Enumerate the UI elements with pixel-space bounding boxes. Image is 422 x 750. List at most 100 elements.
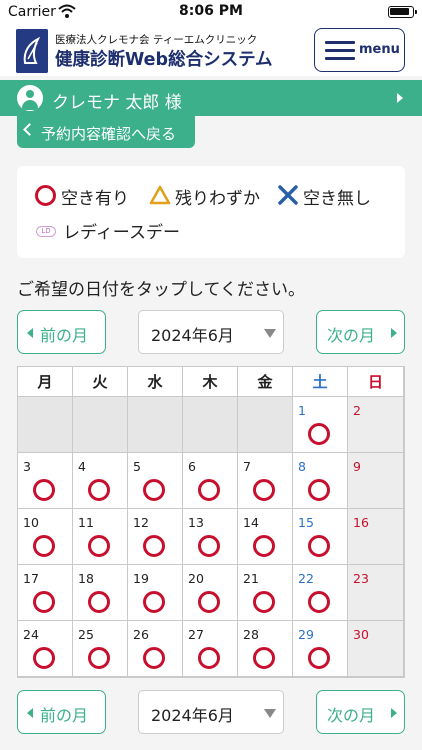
calendar-empty-cell bbox=[128, 397, 183, 453]
available-circle-icon bbox=[198, 479, 220, 501]
available-circle-icon bbox=[33, 479, 55, 501]
calendar-day-cell[interactable]: 24 bbox=[18, 621, 73, 677]
available-circle-icon bbox=[308, 647, 330, 669]
available-circle-icon bbox=[33, 535, 55, 557]
calendar-empty-cell bbox=[238, 397, 293, 453]
month-select-bottom[interactable]: 2024年6月 bbox=[138, 690, 284, 734]
user-icon bbox=[17, 85, 43, 111]
calendar-day-cell[interactable]: 5 bbox=[128, 453, 183, 509]
calendar-day-number: 14 bbox=[243, 515, 259, 530]
caret-left-icon bbox=[27, 708, 33, 718]
available-circle-icon bbox=[308, 535, 330, 557]
menu-button[interactable]: menu bbox=[314, 28, 405, 72]
calendar-day-number: 20 bbox=[188, 571, 204, 586]
calendar-day-cell[interactable]: 15 bbox=[293, 509, 348, 565]
calendar-day-cell[interactable]: 14 bbox=[238, 509, 293, 565]
calendar-day-cell[interactable]: 17 bbox=[18, 565, 73, 621]
calendar-day-number: 19 bbox=[133, 571, 149, 586]
few-left-triangle-icon bbox=[149, 185, 171, 205]
calendar-day-number: 28 bbox=[243, 627, 259, 642]
available-circle-icon bbox=[88, 479, 110, 501]
available-circle-icon bbox=[253, 647, 275, 669]
calendar-day-cell[interactable]: 7 bbox=[238, 453, 293, 509]
weekday-header: 土 bbox=[293, 367, 348, 397]
calendar-day-number: 8 bbox=[298, 459, 306, 474]
calendar-day-cell[interactable]: 10 bbox=[18, 509, 73, 565]
available-circle-icon bbox=[33, 647, 55, 669]
calendar-day-cell[interactable]: 8 bbox=[293, 453, 348, 509]
calendar-day-number: 25 bbox=[78, 627, 94, 642]
prev-month-button-bottom[interactable]: 前の月 bbox=[17, 690, 106, 734]
calendar-day-number: 21 bbox=[243, 571, 259, 586]
calendar-day-cell[interactable]: 1 bbox=[293, 397, 348, 453]
calendar-day-cell[interactable]: 11 bbox=[73, 509, 128, 565]
calendar-day-cell[interactable]: 6 bbox=[183, 453, 238, 509]
calendar-day-cell[interactable]: 27 bbox=[183, 621, 238, 677]
clinic-name: 医療法人クレモナ会 ティーエムクリニック bbox=[55, 34, 258, 46]
calendar-day-cell[interactable]: 18 bbox=[73, 565, 128, 621]
calendar-day-cell[interactable]: 25 bbox=[73, 621, 128, 677]
calendar-day-cell[interactable]: 22 bbox=[293, 565, 348, 621]
calendar-day-number: 6 bbox=[188, 459, 196, 474]
calendar-day-cell[interactable]: 12 bbox=[128, 509, 183, 565]
calendar-day-cell[interactable]: 20 bbox=[183, 565, 238, 621]
next-month-label: 次の月 bbox=[327, 706, 376, 725]
menu-label: menu bbox=[359, 42, 400, 57]
calendar-day-cell[interactable]: 26 bbox=[128, 621, 183, 677]
user-name: クレモナ 太郎 様 bbox=[52, 93, 182, 113]
weekday-header: 金 bbox=[238, 367, 293, 397]
calendar-day-number: 12 bbox=[133, 515, 149, 530]
available-circle-icon bbox=[143, 535, 165, 557]
hamburger-icon bbox=[325, 41, 355, 61]
available-circle-icon bbox=[143, 647, 165, 669]
available-circle-icon bbox=[143, 479, 165, 501]
available-circle-icon bbox=[198, 591, 220, 613]
calendar-day-number: 29 bbox=[298, 627, 314, 642]
next-month-button[interactable]: 次の月 bbox=[316, 310, 405, 354]
caret-left-icon bbox=[27, 328, 33, 338]
calendar-day-number: 7 bbox=[243, 459, 251, 474]
available-circle-icon bbox=[308, 591, 330, 613]
available-circle-icon bbox=[253, 479, 275, 501]
calendar-empty-cell bbox=[73, 397, 128, 453]
calendar-day-cell: 2 bbox=[348, 397, 404, 453]
full-cross-icon bbox=[278, 185, 298, 205]
prev-month-button[interactable]: 前の月 bbox=[17, 310, 106, 354]
dropdown-caret-icon bbox=[264, 709, 276, 718]
system-title: 健康診断Web総合システム bbox=[55, 50, 273, 70]
weekday-header: 火 bbox=[73, 367, 128, 397]
available-circle-icon bbox=[308, 423, 330, 445]
status-bar: Carrier 8:06 PM bbox=[0, 0, 422, 24]
calendar-day-cell[interactable]: 3 bbox=[18, 453, 73, 509]
available-circle-icon bbox=[88, 535, 110, 557]
calendar-day-cell: 30 bbox=[348, 621, 404, 677]
back-to-confirmation-button[interactable]: 予約内容確認へ戻る bbox=[17, 116, 195, 148]
calendar-day-cell[interactable]: 29 bbox=[293, 621, 348, 677]
available-circle-icon bbox=[198, 535, 220, 557]
calendar-day-cell[interactable]: 21 bbox=[238, 565, 293, 621]
calendar-empty-cell bbox=[18, 397, 73, 453]
calendar-day-cell[interactable]: 28 bbox=[238, 621, 293, 677]
user-bar[interactable]: クレモナ 太郎 様 bbox=[0, 80, 422, 116]
available-circle-icon bbox=[253, 535, 275, 557]
calendar-grid: 月火水木金土日 1 2 3 4 5 6 7 8 9 10 11 12 13 14 15 16 17 18 19 20 21… bbox=[17, 366, 405, 678]
calendar-day-cell: 9 bbox=[348, 453, 404, 509]
calendar-day-cell[interactable]: 19 bbox=[128, 565, 183, 621]
ladies-day-badge-icon: LD bbox=[36, 226, 56, 237]
legend-few: 残りわずか bbox=[175, 189, 260, 209]
app-header: 医療法人クレモナ会 ティーエムクリニック 健康診断Web総合システム menu bbox=[0, 24, 422, 76]
calendar-day-number: 3 bbox=[23, 459, 31, 474]
calendar-day-number: 5 bbox=[133, 459, 141, 474]
legend-ladies-day: レディースデー bbox=[63, 223, 180, 243]
available-circle-icon bbox=[253, 591, 275, 613]
next-month-button-bottom[interactable]: 次の月 bbox=[316, 690, 405, 734]
month-select[interactable]: 2024年6月 bbox=[138, 310, 284, 354]
prev-month-label: 前の月 bbox=[40, 706, 89, 725]
calendar-day-number: 9 bbox=[353, 459, 361, 474]
calendar-day-cell[interactable]: 4 bbox=[73, 453, 128, 509]
calendar-day-cell[interactable]: 13 bbox=[183, 509, 238, 565]
calendar-day-number: 16 bbox=[353, 515, 369, 530]
calendar-day-number: 11 bbox=[78, 515, 94, 530]
calendar-day-number: 17 bbox=[23, 571, 39, 586]
month-select-value: 2024年6月 bbox=[151, 326, 234, 345]
